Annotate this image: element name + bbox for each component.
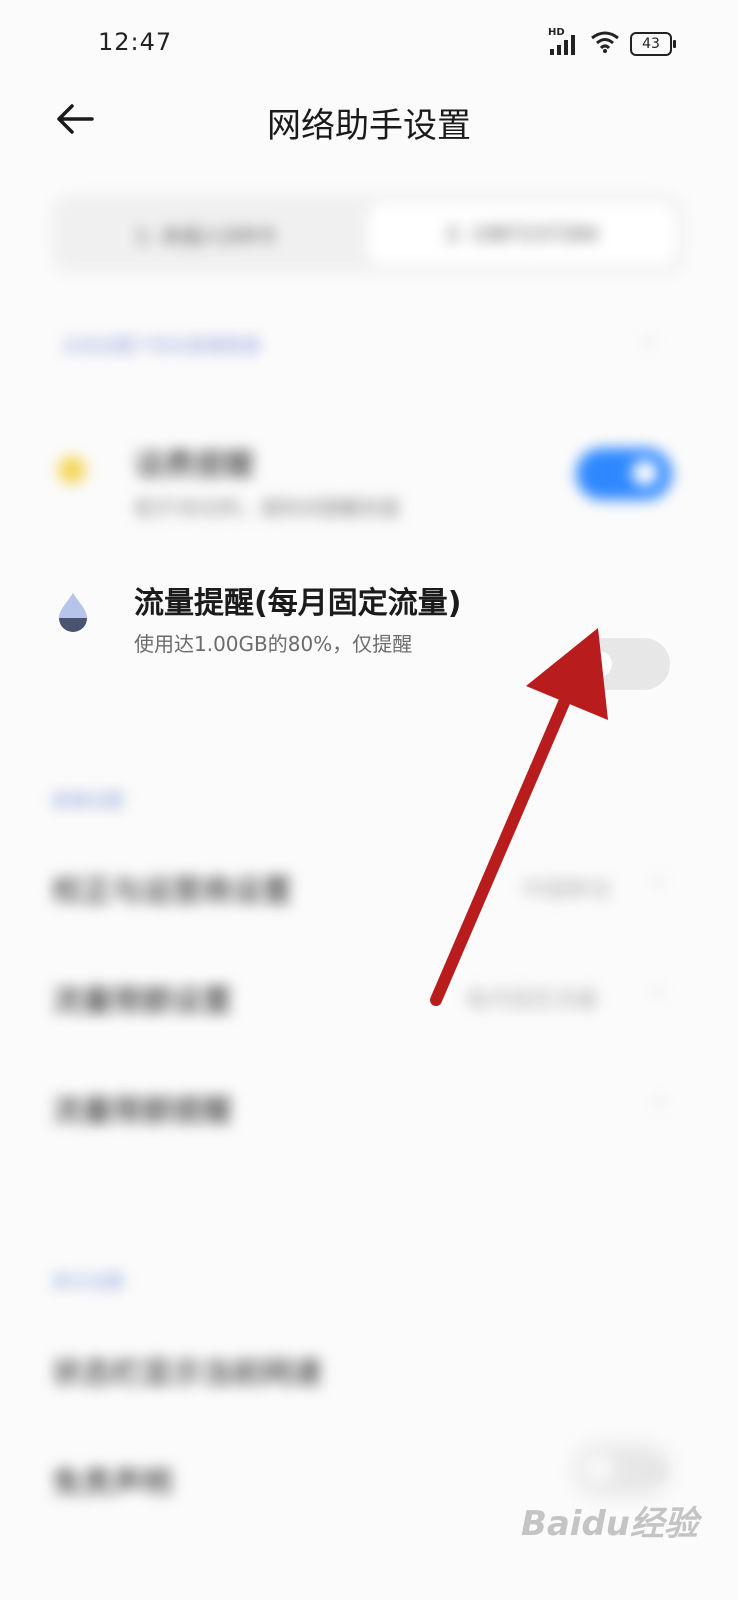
annotation-arrow: [430, 628, 608, 1006]
arrow-shaft: [430, 664, 584, 1006]
